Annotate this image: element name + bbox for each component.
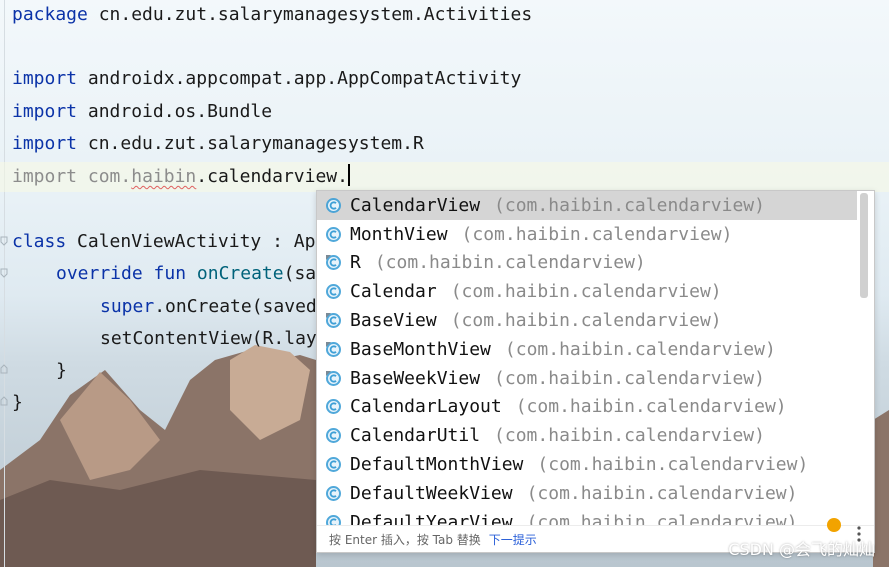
class-name: CalenViewActivity: [77, 231, 262, 252]
completion-item[interactable]: DefaultWeekView (com.haibin.calendarview): [317, 479, 857, 508]
super-call-line: super.onCreate(saved: [100, 292, 317, 322]
completion-item[interactable]: BaseMonthView (com.haibin.calendarview): [317, 335, 857, 364]
function-name: onCreate: [196, 263, 284, 284]
import-path: android.os.Bundle: [87, 101, 273, 122]
popup-scrollbar[interactable]: [860, 193, 868, 298]
completion-class-name: BaseWeekView: [350, 367, 481, 389]
import-keyword: import: [12, 133, 78, 154]
import-path: androidx.appcompat.app.AppCompatActivity: [87, 68, 522, 89]
class-icon: [325, 427, 342, 444]
import-path: cn.edu.zut.salarymanagesystem.R: [87, 133, 424, 154]
next-tip-link[interactable]: 下一提示: [489, 531, 537, 548]
import-suffix: .calendarview.: [196, 166, 348, 187]
completion-class-name: DefaultYearView: [350, 511, 513, 525]
package-name: cn.edu.zut.salarymanagesystem.Activities: [98, 4, 533, 25]
package-keyword: package: [12, 4, 88, 25]
import-line: import android.os.Bundle: [12, 97, 272, 127]
abstract-class-icon: [325, 312, 342, 329]
import-keyword: import: [12, 101, 78, 122]
completion-class-name: BaseMonthView: [350, 338, 491, 360]
completion-item[interactable]: BaseWeekView (com.haibin.calendarview): [317, 364, 857, 393]
completion-package: (com.haibin.calendarview): [504, 338, 776, 360]
completion-package: (com.haibin.calendarview): [526, 482, 798, 504]
import-line: import androidx.appcompat.app.AppCompatA…: [12, 64, 521, 94]
class-icon: [325, 456, 342, 473]
class-icon: [325, 197, 342, 214]
closing-brace: }: [12, 392, 23, 413]
setcontentview-line: setContentView(R.lay: [100, 324, 317, 354]
import-prefix: com.: [87, 166, 132, 187]
completion-package: (com.haibin.calendarview): [374, 252, 646, 274]
class-icon: [325, 226, 342, 243]
class-icon: [325, 514, 342, 525]
completion-item[interactable]: CalendarLayout (com.haibin.calendarview): [317, 393, 857, 422]
lightbulb-icon[interactable]: [827, 518, 841, 532]
completion-item[interactable]: CalendarUtil (com.haibin.calendarview): [317, 421, 857, 450]
closing-brace: }: [56, 360, 67, 381]
abstract-class-icon: [325, 370, 342, 387]
fold-marker-icon[interactable]: [0, 236, 8, 246]
import-keyword: import: [12, 166, 78, 187]
completion-class-name: CalendarLayout: [350, 396, 502, 418]
class-icon: [325, 485, 342, 502]
class-rest: : Ap: [261, 231, 316, 252]
completion-item[interactable]: MonthView (com.haibin.calendarview): [317, 220, 857, 249]
package-line: package cn.edu.zut.salarymanagesystem.Ac…: [12, 0, 532, 30]
class-icon: [325, 398, 342, 415]
fold-marker-icon[interactable]: [0, 364, 8, 374]
completion-item[interactable]: DefaultYearView (com.haibin.calendarview): [317, 508, 857, 525]
override-keyword: override: [56, 263, 143, 284]
completion-package: (com.haibin.calendarview): [526, 511, 798, 525]
import-keyword: import: [12, 68, 78, 89]
completion-package: (com.haibin.calendarview): [537, 454, 809, 476]
completion-class-name: DefaultWeekView: [350, 482, 513, 504]
class-icon: [325, 283, 342, 300]
completion-class-name: CalendarUtil: [350, 425, 481, 447]
completion-package: (com.haibin.calendarview): [494, 194, 765, 216]
completion-item[interactable]: R (com.haibin.calendarview): [317, 249, 857, 278]
function-call: setContentView: [100, 328, 252, 349]
completion-class-name: CalendarView: [350, 194, 481, 216]
completion-class-name: BaseView: [350, 310, 437, 332]
fold-marker-icon[interactable]: [0, 268, 8, 278]
super-call: .onCreate(saved: [154, 296, 317, 317]
completion-class-name: DefaultMonthView: [350, 454, 524, 476]
fold-marker-icon[interactable]: [0, 396, 8, 406]
super-keyword: super: [100, 296, 155, 317]
completion-package: (com.haibin.calendarview): [494, 425, 765, 447]
unresolved-reference: haibin: [131, 166, 197, 187]
completion-class-name: MonthView: [350, 223, 448, 245]
completion-class-name: R: [350, 252, 361, 274]
class-declaration: class CalenViewActivity : Ap: [12, 227, 315, 257]
completion-package: (com.haibin.calendarview): [450, 281, 722, 303]
fun-keyword: fun: [153, 263, 187, 284]
text-caret: [347, 164, 350, 186]
watermark: CSDN @会飞的灿灿: [728, 540, 875, 559]
completion-package: (com.haibin.calendarview): [515, 396, 787, 418]
function-args: (R.lay: [251, 328, 317, 349]
completion-list[interactable]: CalendarView (com.haibin.calendarview) Mon…: [317, 191, 857, 525]
class-keyword: class: [12, 231, 67, 252]
completion-item[interactable]: CalendarView (com.haibin.calendarview): [317, 191, 857, 220]
function-params: (sa: [283, 263, 317, 284]
completion-item[interactable]: Calendar (com.haibin.calendarview): [317, 277, 857, 306]
class-icon: [325, 254, 342, 271]
code-completion-popup[interactable]: CalendarView (com.haibin.calendarview) Mon…: [316, 190, 875, 553]
completion-package: (com.haibin.calendarview): [450, 310, 722, 332]
abstract-class-icon: [325, 341, 342, 358]
completion-class-name: Calendar: [350, 281, 437, 303]
completion-item[interactable]: BaseView (com.haibin.calendarview): [317, 306, 857, 335]
import-line: import cn.edu.zut.salarymanagesystem.R: [12, 129, 424, 159]
import-line-current: import com.haibin.calendarview.: [12, 162, 350, 192]
completion-package: (com.haibin.calendarview): [494, 367, 765, 389]
completion-item[interactable]: DefaultMonthView (com.haibin.calendarview…: [317, 450, 857, 479]
override-line: override fun onCreate(sa: [56, 259, 316, 289]
footer-hint: 按 Enter 插入，按 Tab 替换: [329, 532, 481, 547]
gutter-border: [4, 0, 5, 567]
completion-package: (com.haibin.calendarview): [461, 223, 733, 245]
